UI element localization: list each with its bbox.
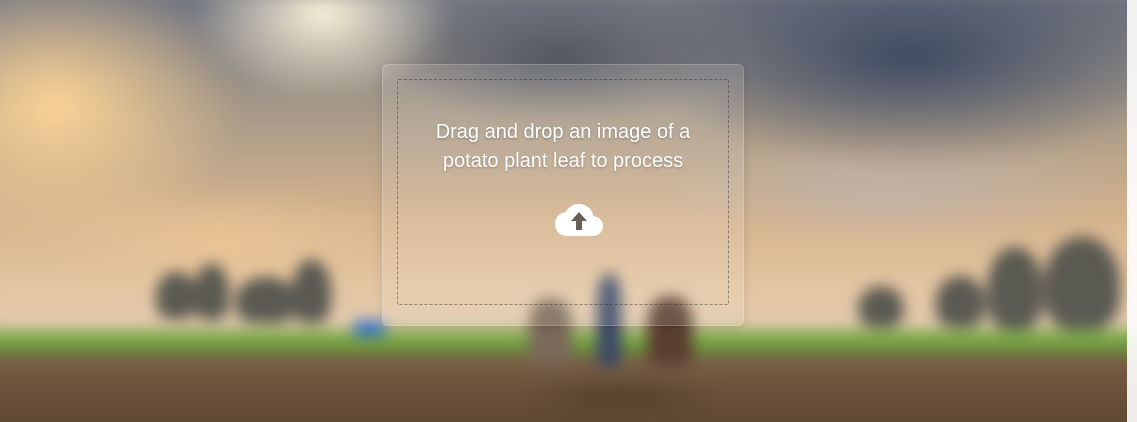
background-tree [235,276,298,324]
cloud-upload-icon[interactable] [555,203,603,237]
dropzone-dashed-border: Drag and drop an image of a potato plant… [397,79,729,305]
background-tree [858,286,904,328]
background-tree [291,259,332,324]
image-dropzone[interactable]: Drag and drop an image of a potato plant… [382,64,744,326]
dropzone-prompt-line1: Drag and drop an image of a [435,121,691,143]
background-tree [194,263,230,321]
background-tarp [353,321,385,336]
background-soil [0,354,1137,422]
background-tree [987,247,1043,330]
background-tree [155,271,198,320]
dropzone-prompt-line2: potato plant leaf to process [442,150,684,172]
background-tree [1043,236,1121,330]
dropzone-prompt: Drag and drop an image of a potato plant… [398,118,728,176]
background-tree [935,275,986,328]
page: Drag and drop an image of a potato plant… [0,0,1137,422]
page-edge [1127,0,1137,422]
